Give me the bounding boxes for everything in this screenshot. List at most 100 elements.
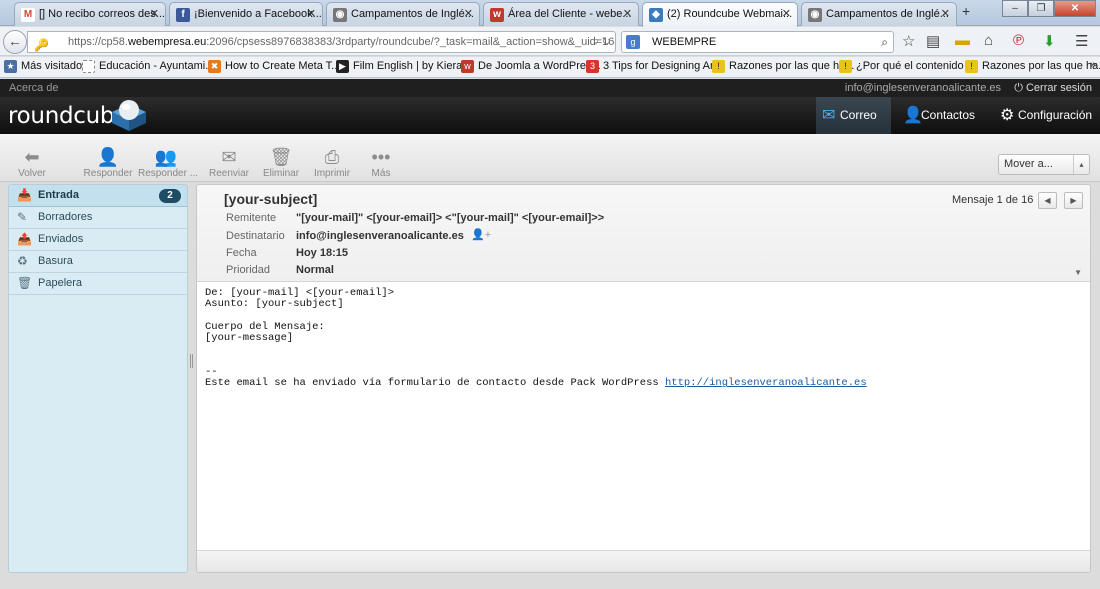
arrow-left-icon: ⬅ <box>24 147 40 167</box>
close-icon[interactable]: ✕ <box>782 3 791 26</box>
previous-message-button[interactable]: ◀ <box>1038 192 1057 209</box>
reply-icon: 👤 <box>96 147 120 167</box>
chevron-down-icon[interactable]: ▼ <box>1074 268 1082 277</box>
bookmark-item[interactable]: ! Razones por las que ha... <box>965 60 1100 73</box>
to-value[interactable]: info@inglesenveranoalicante.es <box>296 230 464 242</box>
bookmark-item[interactable]: ! ¿Por qué el contenido ... <box>839 60 976 73</box>
close-icon[interactable]: ✕ <box>150 3 159 26</box>
tab-label: Campamentos de Inglé... <box>351 8 474 20</box>
webempresa-favicon-icon: w <box>490 8 504 22</box>
bookmark-label: De Joomla a WordPres... <box>478 60 601 72</box>
folder-drafts[interactable]: ✎ Borradores <box>9 207 187 229</box>
move-to-select[interactable]: Mover a... ▴ <box>998 154 1090 175</box>
printer-icon: ⎙ <box>324 147 340 167</box>
close-icon[interactable]: ✕ <box>307 3 316 26</box>
browser-tab-facebook[interactable]: f ¡Bienvenido a Facebook... ✕ <box>169 2 323 26</box>
search-engine-icon[interactable]: g <box>626 35 640 49</box>
folder-label: Basura <box>38 255 73 267</box>
url-prefix: https://cp58. <box>68 36 128 48</box>
search-bar[interactable]: g WEBEMPRE ⌕ <box>621 31 894 53</box>
message-panel: [your-subject] Mensaje 1 de 16 ◀ ▶ Remit… <box>196 184 1091 573</box>
message-panel-footer <box>197 550 1090 572</box>
delete-button[interactable]: 🗑 Eliminar <box>261 146 301 179</box>
nav-contacts[interactable]: 👤 Contactos <box>897 97 987 134</box>
message-subject: [your-subject] <box>224 191 318 207</box>
bookmarks-overflow-icon[interactable]: » <box>1090 59 1096 71</box>
about-link[interactable]: Acerca de <box>9 79 59 97</box>
browser-tab-campamentos[interactable]: ◉ Campamentos de Inglé... ✕ <box>326 2 480 26</box>
menu-icon[interactable]: ☰ <box>1075 32 1088 50</box>
home-icon[interactable]: ⌂ <box>984 32 993 49</box>
browser-tab-area-cliente[interactable]: w Área del Cliente - webe... ✕ <box>483 2 639 26</box>
bookmark-item[interactable]: ✖ How to Create Meta T... <box>208 60 341 73</box>
bookmarks-menu-icon[interactable]: ▤ <box>926 32 940 50</box>
bookmark-item[interactable]: 3 3 Tips for Designing Ar... <box>586 60 723 73</box>
window-close-icon[interactable]: ✕ <box>1054 0 1096 17</box>
roundcube-topline: Acerca de info@inglesenveranoalicante.es… <box>0 79 1100 97</box>
folder-label: Entrada <box>38 189 79 201</box>
browser-tab-strip: M [] No recibo correos des... ✕ f ¡Bienv… <box>0 0 1100 27</box>
close-icon[interactable]: ✕ <box>941 3 950 26</box>
bookmark-star-icon[interactable]: ☆ <box>902 32 915 50</box>
nav-mail[interactable]: ✉ Correo <box>816 97 891 134</box>
print-button[interactable]: ⎙ Imprimir <box>310 146 354 179</box>
forward-icon: ✉ <box>221 147 237 167</box>
close-icon[interactable]: ✕ <box>464 3 473 26</box>
more-button[interactable]: ••• Más <box>366 146 396 179</box>
bookmark-label: Razones por las que ha... <box>982 60 1100 72</box>
folder-inbox[interactable]: 📥 Entrada 2 <box>9 185 187 207</box>
nav-settings[interactable]: ⚙ Configuración <box>994 97 1094 134</box>
delete-label: Eliminar <box>262 168 300 179</box>
reply-all-button[interactable]: 👥 Responder ... <box>138 146 198 179</box>
bookmark-label: How to Create Meta T... <box>225 60 341 72</box>
logout-button[interactable]: ⏻ Cerrar sesión <box>1014 79 1092 97</box>
pane-splitter[interactable] <box>190 354 193 368</box>
webempresa-favicon-icon: w <box>461 60 474 73</box>
tab-label: Área del Cliente - webe... <box>508 8 632 20</box>
search-icon[interactable]: ⌕ <box>881 32 888 52</box>
bookmark-item[interactable]: ! Razones por las que ha... <box>712 60 854 73</box>
pinterest-icon[interactable]: ℗ <box>1013 32 1024 49</box>
message-counter: Mensaje 1 de 16 <box>952 194 1034 206</box>
message-link[interactable]: http://inglesenveranoalicante.es <box>665 377 867 389</box>
forward-button[interactable]: ✉ Reenviar <box>206 146 252 179</box>
bookmark-item[interactable]: ▶ Film English | by Kiera... <box>336 60 471 73</box>
reply-button[interactable]: 👤 Responder <box>83 146 133 179</box>
next-message-button[interactable]: ▶ <box>1064 192 1083 209</box>
add-contact-icon[interactable]: 👤+ <box>471 228 491 241</box>
bookmark-item[interactable]: w De Joomla a WordPres... <box>461 60 601 73</box>
new-tab-icon[interactable]: + <box>962 3 970 19</box>
browser-tab-gmail[interactable]: M [] No recibo correos des... ✕ <box>14 2 166 26</box>
roundcube-header: roundcube ✉ Correo 👤 Contactos ⚙ Configu… <box>0 97 1100 134</box>
tab-label: Campamentos de Inglé... <box>826 8 949 20</box>
browser-tab-roundcube[interactable]: ◆ (2) Roundcube Webmai... ✕ <box>642 2 798 27</box>
roundcube-logo-icon <box>112 100 146 131</box>
bookmark-label: 3 Tips for Designing Ar... <box>603 60 723 72</box>
bookmark-item[interactable]: Educación - Ayuntami... <box>82 60 214 73</box>
folder-label: Borradores <box>38 211 93 223</box>
extension-icon[interactable]: ▬ <box>955 32 970 49</box>
folder-trash[interactable]: 🗑 Papelera <box>9 273 187 295</box>
message-body-text: De: [your-mail] <[your-email]> Asunto: [… <box>205 287 659 390</box>
sent-icon: 📤 <box>17 232 32 246</box>
bookmark-item[interactable]: ★ Más visitados <box>4 60 88 73</box>
browser-back-button[interactable]: ← <box>3 30 27 54</box>
download-icon[interactable]: ⬇ <box>1043 32 1056 50</box>
trash-icon: 🗑 <box>269 147 293 167</box>
date-label: Fecha <box>226 247 257 259</box>
minimize-icon[interactable]: – <box>1002 0 1028 17</box>
site-favicon-icon: ◉ <box>333 8 347 22</box>
date-value: Hoy 18:15 <box>296 247 348 259</box>
close-icon[interactable]: ✕ <box>623 3 632 26</box>
from-value[interactable]: "[your-mail]" <[your-email]> <"[your-mai… <box>296 212 604 224</box>
url-bar[interactable]: 🔑 https://cp58.webempresa.eu:2096/cpsess… <box>27 31 616 53</box>
folder-junk[interactable]: ♻ Basura <box>9 251 187 273</box>
maximize-icon[interactable]: ❐ <box>1028 0 1054 17</box>
search-input[interactable]: WEBEMPRE <box>652 36 716 48</box>
back-button[interactable]: ⬅ Volver <box>14 146 50 179</box>
browser-tab-campamentos-2[interactable]: ◉ Campamentos de Inglé... ✕ <box>801 2 957 26</box>
bookmark-label: Más visitados <box>21 60 88 72</box>
folder-sent[interactable]: 📤 Enviados <box>9 229 187 251</box>
reload-icon[interactable]: ▿ ↻ <box>593 32 611 52</box>
url-path: :2096/cpsess8976838383/3rdparty/roundcub… <box>206 36 616 48</box>
